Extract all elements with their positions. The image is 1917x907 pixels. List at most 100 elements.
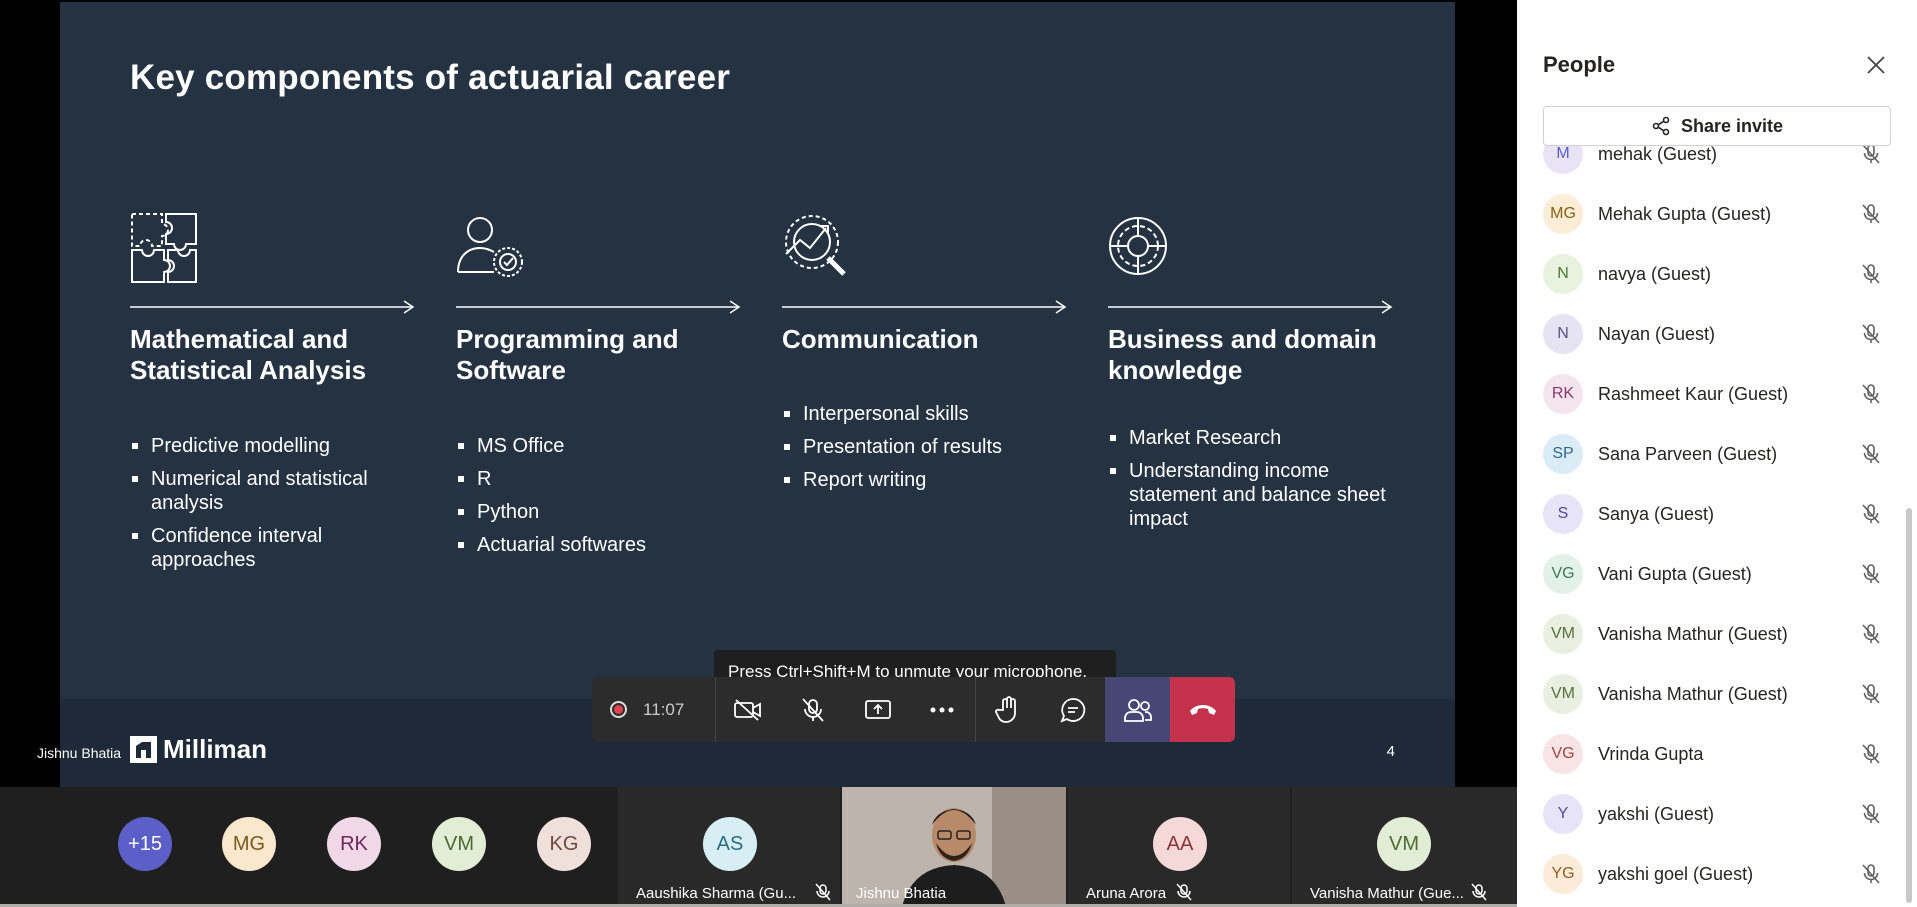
- mic-off-icon: [1862, 444, 1880, 464]
- people-button[interactable]: [1105, 677, 1171, 742]
- list-item: Predictive modelling: [130, 434, 420, 458]
- slide-page-number: 4: [1386, 743, 1395, 760]
- mic-off-icon: [1862, 744, 1880, 764]
- participant-avatar: AS: [703, 817, 757, 871]
- camera-off-icon: [734, 698, 761, 721]
- participant-avatar: VM: [1543, 674, 1583, 714]
- participant-tile[interactable]: AA Aruna Arora: [1068, 787, 1290, 907]
- participant-row[interactable]: S Sanya (Guest): [1517, 484, 1907, 544]
- share-invite-label: Share invite: [1680, 115, 1784, 136]
- participant-avatar: MG: [1543, 194, 1583, 234]
- mic-off-icon: [1862, 624, 1880, 644]
- participant-name: Vanisha Mathur (Gue...: [1310, 885, 1464, 902]
- participant-avatar: Y: [1543, 794, 1583, 834]
- list-item: Confidence interval approaches: [130, 524, 420, 572]
- participant-name: Aaushika Sharma (Gu...: [636, 885, 797, 902]
- panel-scrollbar[interactable]: [1906, 508, 1912, 903]
- participant-name: Vanisha Mathur (Guest): [1598, 683, 1788, 704]
- participant-row[interactable]: Nnavya (Guest): [1517, 244, 1907, 304]
- participant-row[interactable]: N Nayan (Guest): [1517, 304, 1907, 364]
- column-heading: Mathematical and Statistical Analysis: [130, 324, 367, 385]
- overflow-participants-button[interactable]: +15: [118, 817, 172, 871]
- list-item: Understanding income statement and balan…: [1108, 459, 1398, 531]
- list-item: MS Office: [456, 434, 746, 458]
- mic-off-icon: [1862, 684, 1880, 704]
- participant-avatar: KG: [537, 817, 591, 871]
- recording-indicator[interactable]: 11:07: [592, 677, 715, 742]
- column-heading: Programming and Software: [456, 324, 679, 385]
- mic-off-icon: [1862, 324, 1880, 344]
- participant-name: Sanya (Guest): [1598, 503, 1715, 524]
- target-icon: [1109, 217, 1167, 275]
- people-panel: People Share invite Mmehak (Guest) MG Meha…: [1517, 0, 1917, 907]
- raise-hand-button[interactable]: [976, 677, 1041, 742]
- people-icon: [1123, 698, 1152, 722]
- participant-row[interactable]: VM Vanisha Mathur (Guest): [1517, 664, 1907, 724]
- slide-title: Key components of actuarial career: [130, 58, 731, 97]
- chart-magnifier-icon: [785, 215, 846, 276]
- participant-avatar: MG: [222, 817, 276, 871]
- mic-toggle-button[interactable]: [780, 677, 845, 742]
- component-column-business: Business and domain knowledge Market Rese…: [1108, 212, 1398, 530]
- chat-button[interactable]: [1041, 677, 1106, 742]
- milliman-logo-mark: [130, 736, 157, 763]
- participant-row[interactable]: SP Sana Parveen (Guest): [1517, 424, 1907, 484]
- participant-avatar: RK: [1543, 374, 1583, 414]
- list-item: Actuarial softwares: [456, 533, 746, 557]
- participant-name: yakshi goel (Guest): [1598, 863, 1754, 884]
- participant-row[interactable]: VG Vrinda Gupta: [1517, 724, 1907, 784]
- participant-avatar: SP: [1543, 434, 1583, 474]
- list-item: Report writing: [782, 468, 1072, 492]
- participant-tile[interactable]: VM Vanisha Mathur (Gue...: [1292, 787, 1517, 907]
- meeting-control-bar: 11:07: [592, 677, 1235, 742]
- shared-screen-stage: Key components of actuarial career Mathe…: [0, 0, 1517, 787]
- participant-name: yakshi (Guest): [1598, 803, 1715, 824]
- participant-tile[interactable]: AS Aaushika Sharma (Gu...: [618, 787, 840, 907]
- participant-avatar: VM: [1543, 614, 1583, 654]
- mic-off-icon: [1862, 264, 1880, 284]
- close-icon[interactable]: [1866, 55, 1886, 75]
- participant-avatar: N: [1543, 314, 1583, 354]
- camera-toggle-button[interactable]: [716, 677, 781, 742]
- list-item: Market Research: [1108, 426, 1398, 450]
- participant-name: Nayan (Guest): [1598, 323, 1716, 344]
- list-item: R: [456, 467, 746, 491]
- participant-avatar: RK: [327, 817, 381, 871]
- share-invite-button[interactable]: Share invite: [1543, 106, 1891, 146]
- presenter-video[interactable]: Jishnu Bhatia: [842, 787, 1066, 907]
- participant-avatar: S: [1543, 494, 1583, 534]
- participant-name: Sana Parveen (Guest): [1598, 443, 1778, 464]
- puzzle-icon: [131, 213, 197, 283]
- participant-row[interactable]: RK Rashmeet Kaur (Guest): [1517, 364, 1907, 424]
- list-item: Presentation of results: [782, 435, 1072, 459]
- list-item: Numerical and statistical analysis: [130, 467, 420, 515]
- participant-avatar: N: [1543, 254, 1583, 294]
- leave-call-button[interactable]: [1170, 677, 1235, 742]
- share-screen-icon: [864, 699, 891, 719]
- share-content-button[interactable]: [845, 677, 910, 742]
- mic-off-icon: [1471, 883, 1487, 901]
- participant-row[interactable]: VM Vanisha Mathur (Guest): [1517, 604, 1907, 664]
- video-gallery: +15 MG RK VM KG AS Aaushika Sharma (Gu..…: [0, 787, 1517, 907]
- bullet-list: Predictive modelling Numerical and stati…: [130, 434, 420, 581]
- record-icon: [610, 701, 627, 718]
- participant-avatar: YG: [1543, 854, 1583, 894]
- arrow-divider: [1108, 300, 1393, 314]
- bullet-list: Market Research Understanding income sta…: [1108, 426, 1398, 540]
- logo-text: Milliman: [163, 734, 268, 764]
- mic-off-icon: [1862, 804, 1880, 824]
- list-item: Python: [456, 500, 746, 524]
- participant-row[interactable]: VG Vani Gupta (Guest): [1517, 544, 1907, 604]
- share-icon: [1652, 116, 1670, 136]
- participant-row[interactable]: YG yakshi goel (Guest): [1517, 844, 1907, 904]
- component-column-communication: Communication Interpersonal skills Prese…: [782, 212, 1072, 491]
- column-heading: Business and domain knowledge: [1108, 324, 1377, 385]
- user-gear-icon: [457, 217, 523, 277]
- participant-row[interactable]: MG Mehak Gupta (Guest): [1517, 184, 1907, 244]
- participant-row[interactable]: Yyakshi (Guest): [1517, 784, 1907, 844]
- bullet-list: MS Office R Python Actuarial softwares: [456, 434, 746, 566]
- participant-name: navya (Guest): [1598, 263, 1712, 284]
- more-icon: [930, 707, 954, 712]
- more-actions-button[interactable]: [910, 677, 975, 742]
- mic-off-icon: [1862, 204, 1880, 224]
